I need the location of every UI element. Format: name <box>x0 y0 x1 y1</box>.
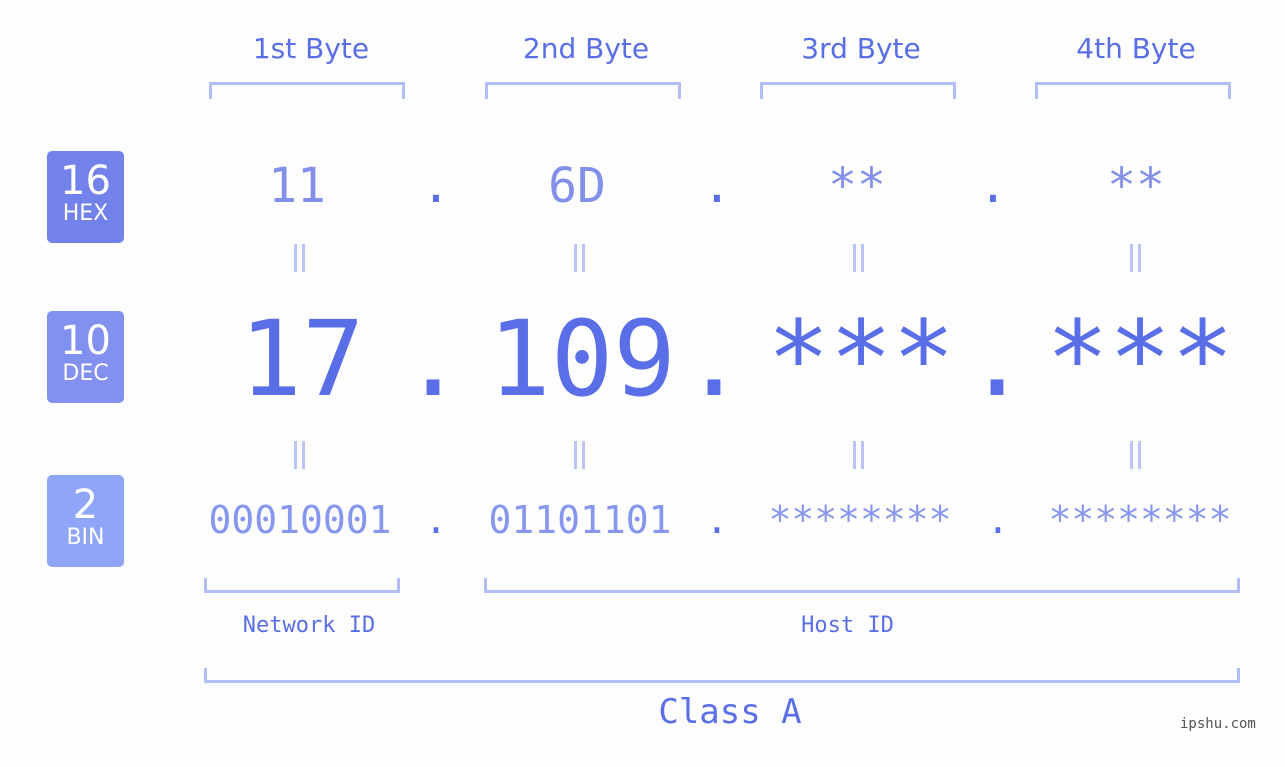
host-id-label: Host ID <box>801 613 894 638</box>
header-byte-1: 1st Byte <box>252 32 370 65</box>
equals-icon <box>570 244 590 272</box>
bin-label: BIN <box>66 525 105 550</box>
host-id-bracket <box>484 578 1240 593</box>
bin-dot-2: . <box>705 498 729 542</box>
dec-dot-1: . <box>401 298 465 420</box>
class-bracket <box>204 668 1240 683</box>
byte-1-bracket <box>209 82 405 99</box>
hex-badge: 16 HEX <box>47 151 124 243</box>
network-id-label: Network ID <box>242 613 376 638</box>
dec-badge: 10 DEC <box>47 311 124 403</box>
watermark: ipshu.com <box>1180 716 1256 732</box>
equals-icon <box>570 441 590 469</box>
hex-label: HEX <box>62 201 109 226</box>
bin-badge: 2 BIN <box>47 475 124 567</box>
dec-dot-3: . <box>965 298 1029 420</box>
hex-dot-3: . <box>978 158 1008 214</box>
equals-icon <box>1126 441 1146 469</box>
equals-icon <box>290 441 310 469</box>
byte-2-bracket <box>485 82 681 99</box>
bin-dot-3: . <box>986 498 1010 542</box>
network-id-bracket <box>204 578 400 593</box>
hex-base: 16 <box>60 158 111 204</box>
equals-icon <box>849 244 869 272</box>
class-label: Class A <box>658 692 802 732</box>
hex-dot-2: . <box>702 158 732 214</box>
dec-base: 10 <box>60 318 111 364</box>
bin-dot-1: . <box>424 498 448 542</box>
dec-dot-2: . <box>682 298 746 420</box>
byte-3-bracket <box>760 82 956 99</box>
header-byte-3: 3rd Byte <box>801 32 921 65</box>
hex-dot-1: . <box>421 158 451 214</box>
equals-icon <box>290 244 310 272</box>
equals-icon <box>849 441 869 469</box>
byte-4-bracket <box>1035 82 1231 99</box>
header-byte-2: 2nd Byte <box>522 32 650 65</box>
dec-label: DEC <box>62 361 109 386</box>
header-byte-4: 4th Byte <box>1076 32 1196 65</box>
equals-icon <box>1126 244 1146 272</box>
bin-base: 2 <box>72 482 99 528</box>
